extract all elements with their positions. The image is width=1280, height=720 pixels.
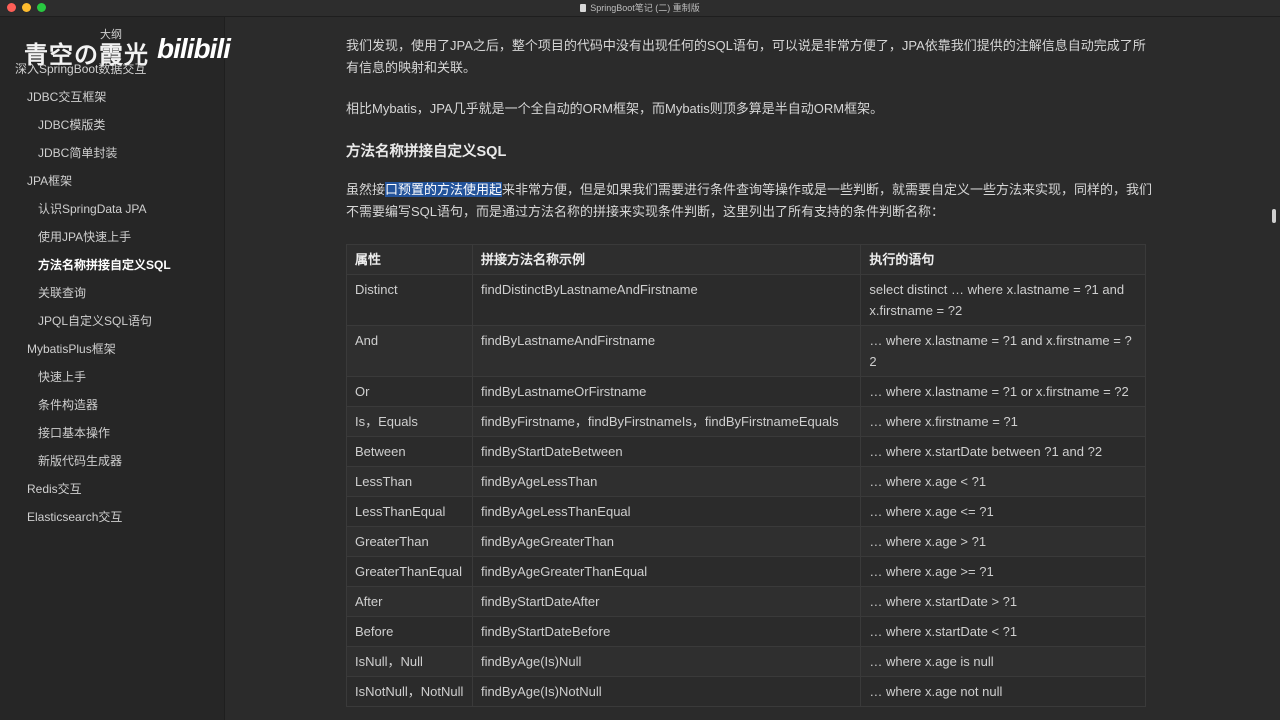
cell-method-example: findByAgeLessThan [471, 466, 862, 497]
paragraph-mybatis-compare: 相比Mybatis，JPA几乎就是一个全自动的ORM框架，而Mybatis则顶多… [346, 101, 884, 116]
table-row: Distinct findDistinctByLastnameAndFirstna… [346, 274, 1146, 326]
window-titlebar: SpringBoot笔记 (二) 重制版 [0, 0, 1280, 17]
cell-statement: … where x.startDate > ?1 [860, 586, 1146, 617]
outline-item[interactable]: JDBC简单封装 [0, 139, 224, 167]
table-row: IsNull，Null findByAge(Is)Null… where x.ag… [346, 646, 1146, 677]
cell-statement: … where x.age > ?1 [860, 526, 1146, 557]
cell-property: Between [346, 436, 473, 467]
outline-nav: 深入SpringBoot数据交互 JDBC交互框架 JDBC模版类 JDBC简单封装 J… [0, 55, 224, 531]
outline-item[interactable]: JPQL自定义SQL语句 [0, 307, 224, 335]
cell-method-example: findByAgeGreaterThan [471, 526, 862, 557]
cell-statement: … where x.age >= ?1 [860, 556, 1146, 587]
cell-property: GreaterThan [346, 526, 473, 557]
cell-method-example: findByLastnameOrFirstname [471, 376, 862, 407]
window-title: SpringBoot笔记 (二) 重制版 [0, 1, 1280, 14]
paragraph-jpa-summary: 我们发现，使用了JPA之后，整个项目的代码中没有出现任何的SQL语句，可以说是非… [346, 38, 1146, 75]
cell-property: IsNull，Null [346, 646, 473, 677]
outline-item[interactable]: MybatisPlus框架 [0, 335, 224, 363]
window-title-text: SpringBoot笔记 (二) 重制版 [590, 3, 700, 13]
bilibili-logo: bilibili [157, 33, 231, 64]
watermark-text: 青空の霞光 [24, 42, 149, 69]
cell-property: Before [346, 616, 473, 647]
cell-statement: … where x.startDate between ?1 and ?2 [860, 436, 1146, 467]
cell-property: LessThanEqual [346, 496, 473, 527]
scrollbar-thumb[interactable] [1272, 209, 1276, 223]
table-row: GreaterThanEqual findByAgeGreaterThanEqua… [346, 556, 1146, 587]
outline-label: 大纲 [100, 29, 122, 41]
cell-statement: … where x.firstname = ?1 [860, 406, 1146, 437]
cell-property: GreaterThanEqual [346, 556, 473, 587]
cell-property: Or [346, 376, 473, 407]
cell-method-example: findByLastnameAndFirstname [471, 325, 862, 377]
table-row: IsNotNull，NotNull findByAge(Is)NotNull… w… [346, 676, 1146, 707]
outline-item[interactable]: 快速上手 [0, 363, 224, 391]
cell-statement: … where x.lastname = ?1 and x.firstname … [860, 325, 1146, 377]
outline-item[interactable]: JDBC模版类 [0, 111, 224, 139]
table-row: LessThan findByAgeLessThan… where x.age <… [346, 466, 1146, 497]
condition-table: 属性 拼接方法名称示例 执行的语句 Distinct findDistinctBy… [346, 244, 1146, 707]
cell-statement: … where x.age not null [860, 676, 1146, 707]
column-header-method-example: 拼接方法名称示例 [471, 244, 862, 275]
outline-item[interactable]: 方法名称拼接自定义SQL [0, 251, 224, 279]
cell-statement: … where x.age < ?1 [860, 466, 1146, 497]
outline-item[interactable]: 接口基本操作 [0, 419, 224, 447]
column-header-statement: 执行的语句 [860, 244, 1146, 275]
cell-method-example: findByAgeLessThanEqual [471, 496, 862, 527]
cell-method-example: findByAgeGreaterThanEqual [471, 556, 862, 587]
cell-property: IsNotNull，NotNull [346, 676, 473, 707]
table-row: GreaterThan findByAgeGreaterThan… where x… [346, 526, 1146, 557]
table-row: Or findByLastnameOrFirstname… where x.las… [346, 376, 1146, 407]
table-row: And findByLastnameAndFirstname… where x.l… [346, 325, 1146, 377]
text-selection-highlight[interactable]: 口预置的方法使用起 [385, 182, 503, 197]
document-icon [580, 3, 587, 12]
cell-method-example: findByStartDateBefore [471, 616, 862, 647]
cell-method-example: findByAge(Is)NotNull [471, 676, 862, 707]
cell-property: And [346, 325, 473, 377]
cell-method-example: findByFirstname，findByFirstnameIs，findBy… [471, 406, 862, 437]
paragraph-method-naming: 虽然接口预置的方法使用起来非常方便，但是如果我们需要进行条件查询等操作或是一些判… [346, 179, 1156, 223]
paragraph-text-before: 虽然接 [346, 182, 386, 197]
cell-method-example: findByStartDateAfter [471, 586, 862, 617]
cell-property: Is，Equals [346, 406, 473, 437]
outline-item[interactable]: 条件构造器 [0, 391, 224, 419]
column-header-property: 属性 [346, 244, 473, 275]
cell-statement: … where x.lastname = ?1 or x.firstname =… [860, 376, 1146, 407]
cell-property: LessThan [346, 466, 473, 497]
cell-property: Distinct [346, 274, 473, 326]
table-header-row: 属性 拼接方法名称示例 执行的语句 [346, 244, 1146, 275]
outline-item[interactable]: JPA框架 [0, 167, 224, 195]
table-row: LessThanEqual findByAgeLessThanEqual… whe… [346, 496, 1146, 527]
cell-method-example: findByAge(Is)Null [471, 646, 862, 677]
cell-method-example: findDistinctByLastnameAndFirstname [471, 274, 862, 326]
table-row: After findByStartDateAfter… where x.start… [346, 586, 1146, 617]
cell-method-example: findByStartDateBetween [471, 436, 862, 467]
table-row: Between findByStartDateBetween… where x.s… [346, 436, 1146, 467]
outline-item[interactable]: 关联查询 [0, 279, 224, 307]
outline-item[interactable]: 新版代码生成器 [0, 447, 224, 475]
outline-item[interactable]: 使用JPA快速上手 [0, 223, 224, 251]
outline-item[interactable]: 认识SpringData JPA [0, 195, 224, 223]
outline-item[interactable]: Elasticsearch交互 [0, 503, 224, 531]
section-heading: 方法名称拼接自定义SQL [346, 144, 507, 160]
cell-property: After [346, 586, 473, 617]
table-row: Before findByStartDateBefore… where x.sta… [346, 616, 1146, 647]
outline-item[interactable]: Redis交互 [0, 475, 224, 503]
outline-sidebar: 深入SpringBoot数据交互 JDBC交互框架 JDBC模版类 JDBC简单封装 J… [0, 17, 231, 720]
cell-statement: … where x.age is null [860, 646, 1146, 677]
table-row: Is，Equals findByFirstname，findByFirstname… [346, 406, 1146, 437]
cell-statement: select distinct … where x.lastname = ?1 … [860, 274, 1146, 326]
cell-statement: … where x.startDate < ?1 [860, 616, 1146, 647]
cell-statement: … where x.age <= ?1 [860, 496, 1146, 527]
outline-item[interactable]: JDBC交互框架 [0, 83, 224, 111]
